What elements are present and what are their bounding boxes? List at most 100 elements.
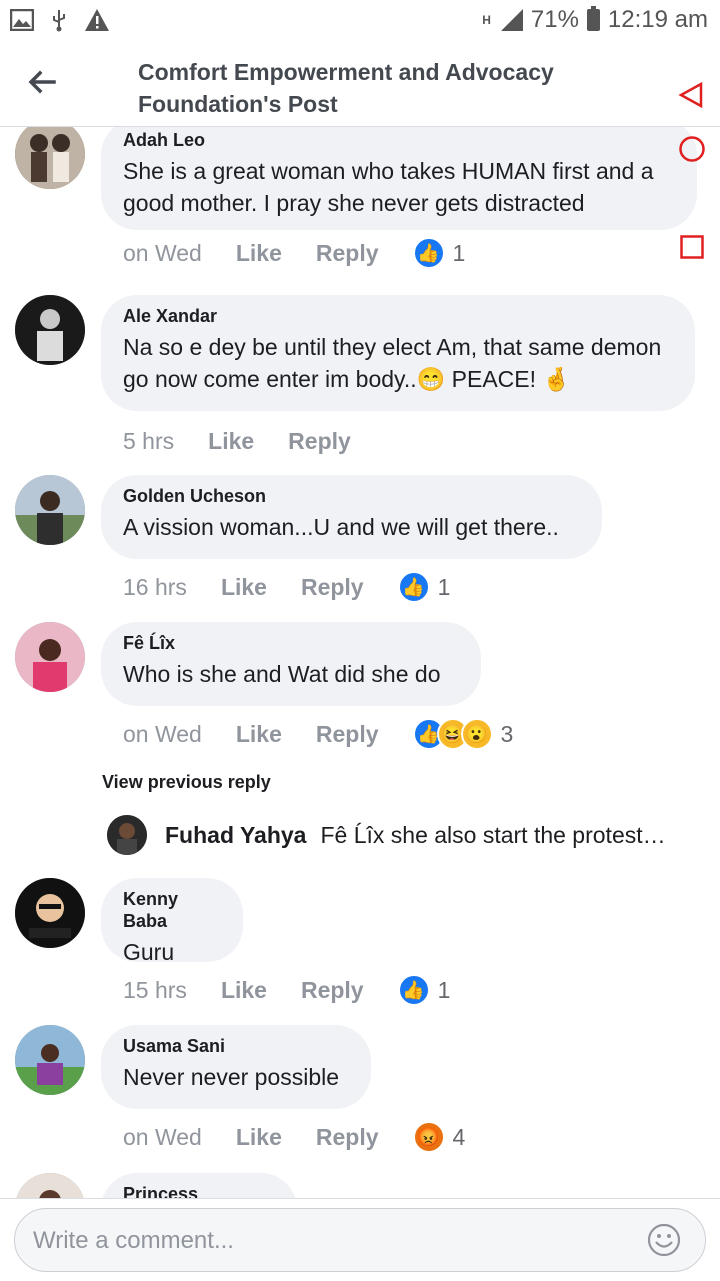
reaction-summary[interactable]: 👍 1: [397, 571, 485, 603]
comment-author[interactable]: Fê Ĺîx: [123, 632, 459, 654]
reply-button[interactable]: Reply: [316, 1124, 379, 1151]
avatar[interactable]: [15, 622, 85, 692]
reaction-summary[interactable]: 👍 1: [397, 974, 485, 1006]
avatar[interactable]: [15, 295, 85, 365]
avatar-image: [107, 815, 147, 855]
comment-time: on Wed: [123, 1123, 202, 1150]
comment-time: 5 hrs: [123, 427, 175, 454]
comment-time: 15 hrs: [123, 976, 187, 1003]
like-reaction-icon: 👍: [412, 237, 445, 269]
comment-bubble[interactable]: Kenny Baba Guru: [101, 878, 243, 965]
reply-button[interactable]: Reply: [316, 240, 379, 267]
comment-bubble[interactable]: Princess Harishba: [101, 1173, 297, 1198]
comment-bubble[interactable]: Fê Ĺîx Who is she and Wat did she do: [101, 622, 481, 706]
comment-text: She is a great woman who takes HUMAN fir…: [123, 158, 654, 216]
comment-actions: 5 hrs Like Reply: [123, 425, 385, 457]
reply-button[interactable]: Reply: [316, 721, 379, 748]
avatar-image: [15, 1173, 85, 1198]
comment-input[interactable]: [31, 1223, 635, 1259]
wow-reaction-icon: 😮: [460, 718, 493, 750]
reply-author[interactable]: Fuhad Yahya: [165, 822, 306, 849]
reaction-count: 1: [437, 976, 451, 1003]
reaction-summary[interactable]: 👍 😆 😮 3: [412, 718, 548, 750]
avatar[interactable]: [15, 878, 85, 948]
avatar[interactable]: [15, 475, 85, 545]
reply-button[interactable]: Reply: [288, 428, 351, 455]
comment-author[interactable]: Usama Sani: [123, 1035, 349, 1057]
avatar[interactable]: [15, 1025, 85, 1095]
comment-actions: on Wed Like Reply 👍 😆 😮 3: [123, 718, 547, 750]
reaction-summary[interactable]: 👍 1: [412, 237, 500, 269]
usb-icon: [53, 10, 65, 32]
page-title: Comfort Empowerment and Advocacy Foundat…: [138, 59, 554, 117]
comment-composer: [0, 1198, 720, 1281]
avatar-image: [15, 475, 85, 545]
comment-bubble[interactable]: Ale Xandar Na so e dey be until they ele…: [101, 295, 695, 411]
reaction-summary[interactable]: 😡 4: [412, 1121, 500, 1153]
comment-time: 16 hrs: [123, 573, 187, 600]
like-reaction-icon: 👍: [397, 571, 430, 603]
comment-text: Na so e dey be until they elect Am, that…: [123, 334, 662, 392]
comment-bubble[interactable]: Golden Ucheson A vission woman...U and w…: [101, 475, 602, 559]
comment-time: on Wed: [123, 239, 202, 266]
avatar[interactable]: [15, 1173, 85, 1198]
comment-author[interactable]: Golden Ucheson: [123, 485, 580, 507]
angry-reaction-icon: 😡: [412, 1121, 445, 1153]
avatar-image: [15, 127, 85, 189]
comments-feed[interactable]: Adah Leo She is a great woman who takes …: [0, 127, 720, 1198]
network-type: H: [482, 13, 491, 27]
reaction-count: 1: [437, 573, 451, 600]
comment-text: Who is she and Wat did she do: [123, 661, 441, 687]
like-button[interactable]: Like: [236, 240, 282, 267]
reaction-count: 1: [452, 239, 466, 266]
like-button[interactable]: Like: [208, 428, 254, 455]
signal-icon: [500, 9, 523, 31]
comment-actions: 16 hrs Like Reply 👍 1: [123, 571, 484, 603]
reaction-count: 3: [500, 720, 514, 747]
warning-icon: [85, 9, 109, 31]
like-button[interactable]: Like: [236, 721, 282, 748]
battery-icon: [586, 6, 600, 31]
status-bar: H 71% 12:19 am: [0, 0, 720, 44]
view-previous-reply-link[interactable]: View previous reply: [102, 772, 271, 793]
like-reaction-icon: 👍: [397, 974, 430, 1006]
comment-author[interactable]: Kenny Baba: [123, 888, 221, 932]
reply-button[interactable]: Reply: [301, 977, 364, 1004]
comment-author[interactable]: Ale Xandar: [123, 305, 673, 327]
comment-author[interactable]: Princess Harishba: [123, 1183, 275, 1198]
status-right-icons: H 71% 12:19 am: [482, 6, 708, 34]
comment-time: on Wed: [123, 720, 202, 747]
reaction-count: 4: [452, 1123, 466, 1150]
emoji-icon[interactable]: [647, 1223, 681, 1257]
avatar-image: [15, 295, 85, 365]
avatar-image: [15, 878, 85, 948]
comment-actions: on Wed Like Reply 👍 1: [123, 237, 499, 269]
app-header: Comfort Empowerment and Advocacy Foundat…: [0, 44, 720, 127]
nested-reply[interactable]: Fuhad Yahya Fê Ĺîx she also start the pr…: [107, 815, 707, 855]
comment-text: Never never possible: [123, 1064, 340, 1090]
comment-bubble[interactable]: Usama Sani Never never possible: [101, 1025, 371, 1109]
comment-text: Guru: [123, 939, 175, 965]
reply-button[interactable]: Reply: [301, 574, 364, 601]
image-icon: [10, 9, 34, 31]
back-arrow-icon[interactable]: [26, 66, 58, 98]
battery-percent: 71%: [530, 6, 579, 33]
square-overlay-icon[interactable]: [680, 235, 704, 259]
avatar[interactable]: [15, 127, 85, 189]
comment-author[interactable]: Adah Leo: [123, 129, 675, 151]
like-button[interactable]: Like: [221, 977, 267, 1004]
like-button[interactable]: Like: [221, 574, 267, 601]
avatar-image: [15, 622, 85, 692]
like-button[interactable]: Like: [236, 1124, 282, 1151]
reply-avatar[interactable]: [107, 815, 147, 855]
avatar-image: [15, 1025, 85, 1095]
clock: 12:19 am: [607, 6, 708, 33]
comment-actions: on Wed Like Reply 😡 4: [123, 1121, 499, 1153]
comment-bubble[interactable]: Adah Leo She is a great woman who takes …: [101, 127, 697, 230]
circle-overlay-icon[interactable]: [678, 135, 706, 163]
reply-text: Fê Ĺîx she also start the protest…: [320, 821, 666, 848]
comment-text: A vission woman...U and we will get ther…: [123, 514, 559, 540]
nav-back-triangle-icon[interactable]: [678, 82, 704, 108]
comment-input-box[interactable]: [14, 1208, 706, 1272]
comment-actions: 15 hrs Like Reply 👍 1: [123, 974, 484, 1006]
